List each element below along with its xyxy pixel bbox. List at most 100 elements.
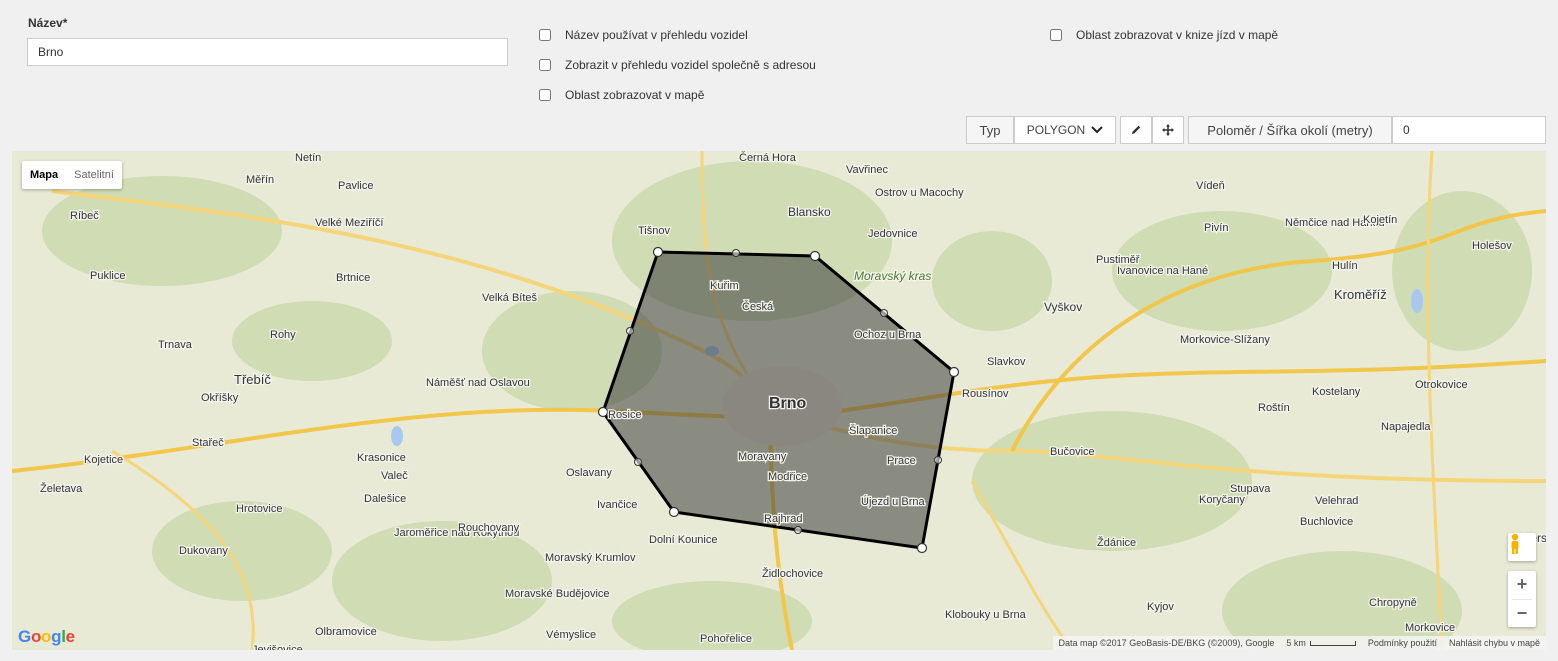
town-label: Ivanovice na Hané <box>1117 265 1208 277</box>
town-label: Dalešice <box>364 493 406 505</box>
town-label: Hrotovice <box>236 503 282 515</box>
map-canvas[interactable]: Brno Tišnov Blansko KuřimČeská Ochoz u Brna M… <box>12 151 1546 650</box>
town-label: Dukovany <box>179 545 228 557</box>
town-label: Moravany <box>738 451 787 463</box>
town-label: Otrokovice <box>1415 379 1468 391</box>
zoom-out-button[interactable]: − <box>1512 598 1532 628</box>
town-label: Kojetice <box>84 454 123 466</box>
show-on-map-checkbox[interactable] <box>539 89 551 101</box>
town-label: Vavřinec <box>846 164 888 176</box>
map-attribution: Data map ©2017 GeoBasis-DE/BKG (©2009), … <box>1052 636 1546 650</box>
checkbox-show-address[interactable]: Zobrazit v přehledu vozidel společně s a… <box>539 58 816 72</box>
name-input[interactable] <box>27 38 508 66</box>
scale-label: 5 km <box>1286 638 1306 648</box>
town-label: Ríbeč <box>70 210 99 222</box>
town-label: Velehrad <box>1315 495 1358 507</box>
town-label: Hulín <box>1332 260 1358 272</box>
polygon-midpoint-handle[interactable] <box>794 526 802 534</box>
town-label: Morkovice-Slížany <box>1180 334 1270 346</box>
town-label: Moravské Budějovice <box>505 588 610 600</box>
town-label: Ochoz u Brna <box>854 329 922 341</box>
town-label: Židlochovice <box>762 567 823 580</box>
town-label: Brtnice <box>336 272 370 284</box>
move-button[interactable] <box>1152 116 1184 144</box>
polygon-vertex-handle[interactable] <box>652 246 664 258</box>
town-label: Rosice <box>608 409 642 421</box>
polygon-midpoint-handle[interactable] <box>634 458 642 466</box>
town-label: Netín <box>295 152 321 164</box>
checkbox-show-on-map[interactable]: Oblast zobrazovat v mapě <box>539 88 704 102</box>
polygon-vertex-handle[interactable] <box>809 250 821 262</box>
town-label: Holešov <box>1472 240 1512 252</box>
polygon-midpoint-handle[interactable] <box>626 327 634 335</box>
zoom-in-button[interactable]: + <box>1517 571 1528 599</box>
town-label: Kostelany <box>1312 386 1361 398</box>
radius-input[interactable] <box>1392 116 1546 144</box>
town-label: Krasonice <box>357 452 406 464</box>
map-type-control: Mapa Satelitní <box>22 161 122 189</box>
town-label: Moravský Krumlov <box>545 552 636 564</box>
town-label: Valeč <box>381 470 408 482</box>
town-label: Náměšť nad Oslavou <box>426 377 530 389</box>
polygon-vertex-handle[interactable] <box>668 506 680 518</box>
google-logo: Google <box>18 627 75 646</box>
town-label: Velké Meziříčí <box>315 217 383 229</box>
town-label: Roštín <box>1258 402 1290 414</box>
polygon-vertex-handle[interactable] <box>597 406 609 418</box>
town-label: Ždánice <box>1097 536 1136 549</box>
town-label: Újezd u Brna <box>861 495 925 508</box>
town-label: Buchlovice <box>1300 516 1353 528</box>
type-select[interactable]: POLYGON <box>1014 116 1116 144</box>
town-label: Česká <box>742 300 774 313</box>
checkbox-use-name[interactable]: Název používat v přehledu vozidel <box>539 28 748 42</box>
map-type-map[interactable]: Mapa <box>22 161 66 189</box>
polygon-midpoint-handle[interactable] <box>880 309 888 317</box>
town-label: Kyjov <box>1147 601 1174 613</box>
town-label: Ostrov u Macochy <box>875 187 964 199</box>
show-in-logbook-checkbox[interactable] <box>1050 29 1062 41</box>
type-value: POLYGON <box>1026 123 1086 137</box>
town-label: Vyškov <box>1044 300 1082 314</box>
town-label: Brno <box>769 395 807 412</box>
polygon-midpoint-handle[interactable] <box>934 456 942 464</box>
town-label: Puklice <box>90 270 125 282</box>
name-label: Název* <box>28 16 68 30</box>
town-label: Morkovice <box>1405 622 1455 634</box>
town-label: Rajhrad <box>764 513 803 525</box>
report-link[interactable]: Nahlásit chybu v mapě <box>1449 638 1540 648</box>
town-label: Jedovnice <box>868 228 918 240</box>
town-label: Dolní Kounice <box>649 534 718 546</box>
town-label: Jevišovice <box>252 644 303 650</box>
polygon-vertex-handle[interactable] <box>916 542 928 554</box>
town-label: Kuřim <box>710 280 739 292</box>
town-label: Stařeč <box>192 437 224 449</box>
town-label: Kroměříž <box>1334 287 1387 302</box>
edit-button[interactable] <box>1120 116 1152 144</box>
pegman-icon <box>1511 533 1519 554</box>
radius-label: Poloměr / Šířka okolí (metry) <box>1188 116 1392 144</box>
town-label: Vídeň <box>1196 180 1225 192</box>
town-label: Klobouky u Brna <box>945 609 1027 621</box>
town-label: Šlapanice <box>849 424 897 437</box>
street-view-button[interactable] <box>1508 533 1536 561</box>
town-label: Moravský kras <box>854 269 931 283</box>
polygon-midpoint-handle[interactable] <box>732 249 740 257</box>
terms-link[interactable]: Podmínky použití <box>1368 638 1437 648</box>
town-label: Třebíč <box>234 372 271 387</box>
map-view[interactable]: Brno Tišnov Blansko Kuřim Česká Ochoz u Brna M… <box>12 151 1546 650</box>
show-address-checkbox[interactable] <box>539 59 551 71</box>
use-name-label: Název používat v přehledu vozidel <box>565 28 748 42</box>
shape-toolbar: Typ POLYGON Poloměr / Šířka okolí (metry… <box>966 116 1546 144</box>
town-label: Pivín <box>1204 222 1228 234</box>
town-label: Prace <box>887 455 916 467</box>
town-label: Rouchovany <box>458 522 520 534</box>
scale-bar: 5 km <box>1286 638 1356 648</box>
town-label: Černá Hora <box>739 151 797 164</box>
zoom-control: + − <box>1508 571 1536 627</box>
use-name-checkbox[interactable] <box>539 29 551 41</box>
checkbox-show-in-logbook[interactable]: Oblast zobrazovat v knize jízd v mapě <box>1050 28 1278 42</box>
show-on-map-label: Oblast zobrazovat v mapě <box>565 88 705 102</box>
map-type-satellite[interactable]: Satelitní <box>66 161 122 189</box>
show-in-logbook-label: Oblast zobrazovat v knize jízd v mapě <box>1076 28 1279 42</box>
polygon-vertex-handle[interactable] <box>948 366 960 378</box>
